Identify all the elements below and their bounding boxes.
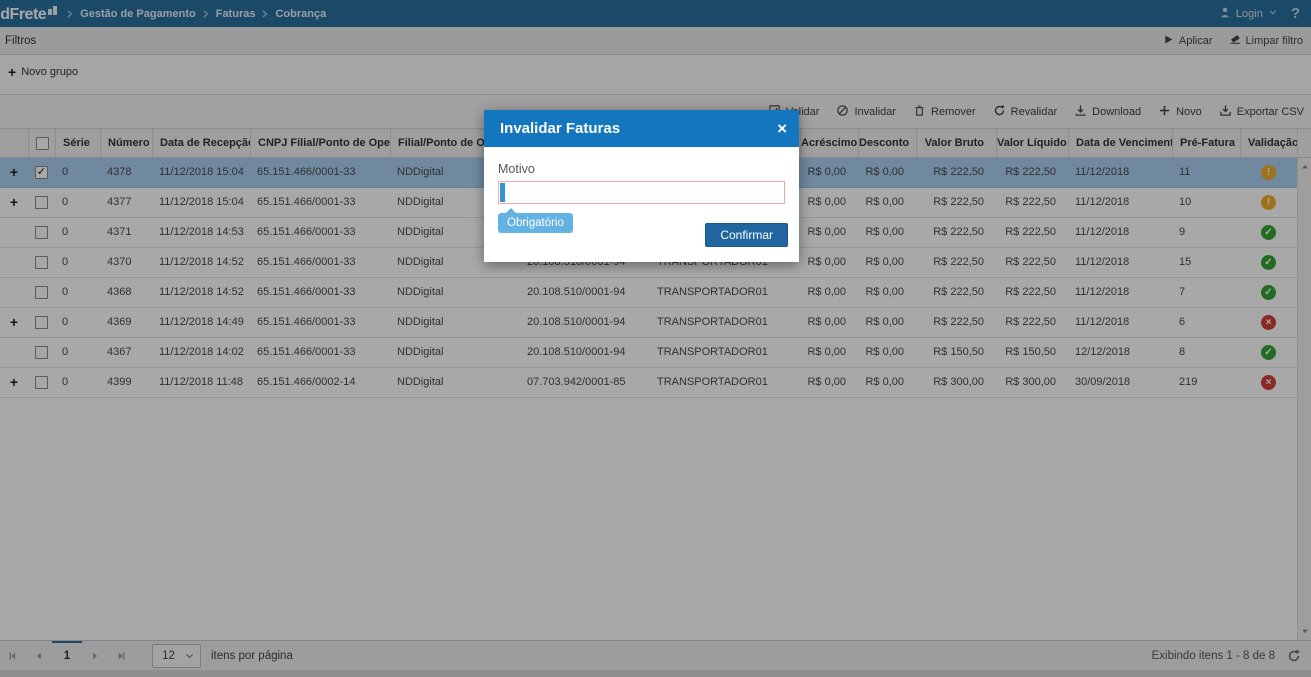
close-icon[interactable]: × (777, 120, 787, 137)
required-tooltip: Obrigatório (498, 208, 573, 233)
confirm-button[interactable]: Confirmar (705, 223, 788, 247)
modal-backdrop (0, 0, 1311, 677)
invalidate-invoices-dialog: Invalidar Faturas × Motivo Obrigatório C… (484, 110, 799, 262)
motivo-label: Motivo (498, 162, 535, 176)
dialog-header: Invalidar Faturas × (484, 110, 799, 147)
motivo-input[interactable] (498, 181, 785, 204)
motivo-field-wrap (498, 181, 785, 204)
dialog-title: Invalidar Faturas (500, 120, 621, 137)
text-caret (500, 183, 505, 202)
dialog-body: Motivo Obrigatório Confirmar (484, 147, 799, 262)
